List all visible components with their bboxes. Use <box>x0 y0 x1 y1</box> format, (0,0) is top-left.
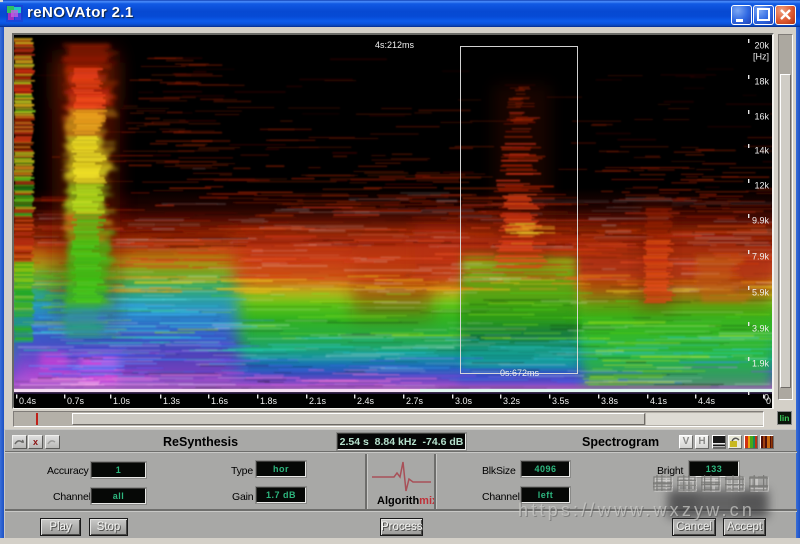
svg-text:1.9k: 1.9k <box>752 359 770 369</box>
svg-text:3.0s: 3.0s <box>455 396 473 406</box>
svg-text:9.9k: 9.9k <box>752 216 770 226</box>
svg-text:2.7s: 2.7s <box>406 396 424 406</box>
svg-text:1.6s: 1.6s <box>211 396 229 406</box>
svg-text:3.9k: 3.9k <box>752 324 770 334</box>
svg-text:0s:672ms: 0s:672ms <box>500 368 540 378</box>
svg-text:0.4s: 0.4s <box>19 396 37 406</box>
svg-text:16k: 16k <box>754 112 769 122</box>
svg-text:[Hz]: [Hz] <box>753 52 769 62</box>
svg-text:14k: 14k <box>754 146 769 156</box>
svg-text:3.5s: 3.5s <box>552 396 570 406</box>
svg-text:1.8s: 1.8s <box>260 396 278 406</box>
svg-text:2.1s: 2.1s <box>309 396 327 406</box>
svg-text:18k: 18k <box>754 77 769 87</box>
svg-text:5.9k: 5.9k <box>752 288 770 298</box>
svg-text:0: 0 <box>766 396 771 406</box>
svg-text:4.1s: 4.1s <box>650 396 668 406</box>
svg-text:1.3s: 1.3s <box>163 396 181 406</box>
svg-text:3.8s: 3.8s <box>601 396 619 406</box>
svg-text:0.7s: 0.7s <box>67 396 85 406</box>
svg-text:4.4s: 4.4s <box>698 396 716 406</box>
svg-text:20k: 20k <box>754 41 769 51</box>
svg-text:12k: 12k <box>754 181 769 191</box>
svg-text:Algorithmix: Algorithmix <box>377 495 434 507</box>
svg-text:4s:212ms: 4s:212ms <box>375 40 415 50</box>
svg-text:1.0s: 1.0s <box>113 396 131 406</box>
svg-text:7.9k: 7.9k <box>752 252 770 262</box>
svg-text:2.4s: 2.4s <box>357 396 375 406</box>
svg-text:3.2s: 3.2s <box>503 396 521 406</box>
